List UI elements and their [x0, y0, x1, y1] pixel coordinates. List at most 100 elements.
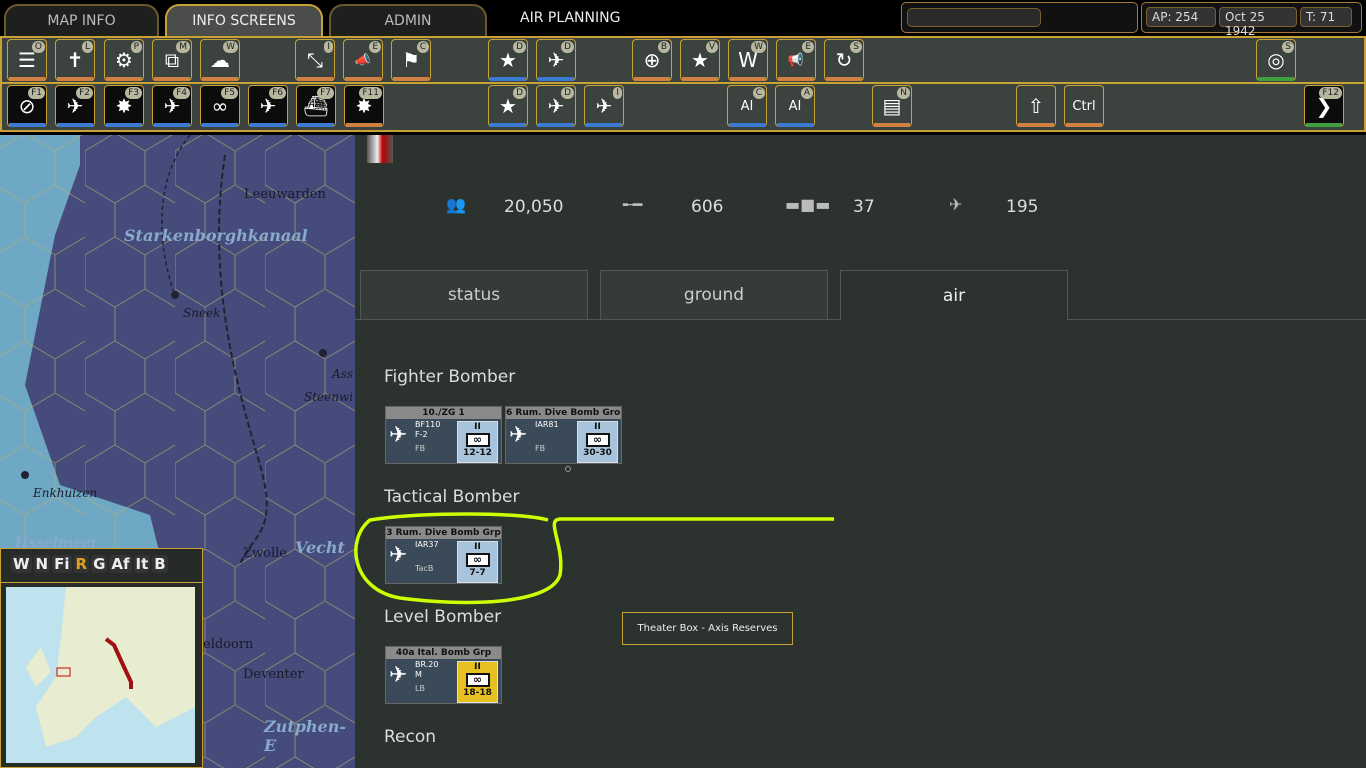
unit-role: FB — [415, 444, 426, 453]
nation-button[interactable]: Fi — [52, 555, 72, 573]
mode-title: AIR PLANNING — [520, 10, 621, 26]
replay-icon: ↻ — [835, 48, 853, 72]
production-gear-button[interactable]: ⚙ P — [104, 39, 144, 81]
unit-strength: 18-18 — [463, 688, 492, 698]
tooltip: Theater Box - Axis Reserves — [622, 612, 793, 645]
hotkey-label: B — [657, 41, 670, 53]
hotkey-label: F5 — [221, 87, 238, 99]
tab-info-screens[interactable]: INFO SCREENS — [165, 4, 323, 36]
map-label: Enkhuizen — [33, 486, 98, 500]
nation-button[interactable]: B — [152, 555, 168, 573]
tab-status[interactable]: status — [360, 270, 588, 320]
game-date: Oct 25 1942 — [1219, 7, 1297, 38]
air-unit-counter[interactable]: 40a Ital. Bomb Grp ✈ BR.20 M LB II ∞ 18-18 — [385, 646, 502, 704]
events-button[interactable]: 📣 E — [343, 39, 383, 81]
hotkey-label: D — [513, 87, 526, 99]
air-ai-button[interactable]: AI A — [775, 85, 815, 127]
air-city-button[interactable]: ✈ F4 — [152, 85, 192, 127]
hotkey-label: I — [324, 41, 333, 53]
map-label: Leeuwarden — [244, 187, 326, 202]
next-turn-button[interactable]: ❯ F12 — [1304, 85, 1344, 127]
hotkey-label: A — [800, 87, 813, 99]
nation-button[interactable]: It — [133, 555, 151, 573]
ctrl-key-button[interactable]: Ctrl — [1064, 85, 1104, 127]
corps-ai-icon: AI — [740, 98, 754, 114]
toolbar-row-2: ⊘ F1 ✈ F2 ✸ F3 ✈ F4 ∞ F5 ✈ F6 ⛴ F7 ✸ F11 ★ D ✈ D ✈ I AI C AI A ▤ N ⇧… — [0, 82, 1366, 132]
nation-button[interactable]: N — [33, 555, 51, 573]
hotkey-label: F1 — [28, 87, 45, 99]
minimap[interactable] — [6, 587, 195, 763]
replay-button[interactable]: ↻ S — [824, 39, 864, 81]
conditions-icon: ⚑ — [402, 48, 420, 72]
war-button[interactable]: WW — [728, 39, 768, 81]
nation-button[interactable]: R — [73, 555, 90, 573]
propaganda-button[interactable]: 📢 E — [776, 39, 816, 81]
losses-button[interactable]: ✝ L — [55, 39, 95, 81]
unit-name: 6 Rum. Dive Bomb Grou — [506, 407, 621, 419]
exchange-icon: ⤡ — [307, 48, 323, 72]
air-list-button[interactable]: ✈ D — [536, 85, 576, 127]
hotkey-label: N — [897, 87, 910, 99]
air-unit-counter[interactable]: 3 Rum. Dive Bomb Grp ✈ IAR37 TacB II ∞ 7-7 — [385, 526, 502, 584]
air-unit-counter[interactable]: 10./ZG 1 ✈ BF110 F-2 FB II ∞ 12-12 — [385, 406, 502, 464]
armor-count: 37 — [853, 197, 875, 217]
air-combat-button[interactable]: ✸ F11 — [344, 85, 384, 127]
air-unit-counter[interactable]: 6 Rum. Dive Bomb Grou ✈ IAR81 FB II ∞ 30-3… — [505, 406, 622, 464]
global-list-icon: ⊕ — [643, 48, 661, 72]
shift-key-button[interactable]: ⇧ — [1016, 85, 1056, 127]
factory-button[interactable]: ▤ N — [872, 85, 912, 127]
corps-ai-button[interactable]: AI C — [727, 85, 767, 127]
hotkey-label: F3 — [125, 87, 142, 99]
hotkey-label: F7 — [317, 87, 334, 99]
tab-air[interactable]: air — [840, 270, 1068, 320]
map-label: eldoorn — [203, 637, 254, 652]
turn-number: T: 71 — [1300, 7, 1352, 27]
manpower-count: 20,050 — [504, 197, 564, 217]
minimap-panel: W N Fi R G Af It B — [0, 548, 203, 768]
hotkey-label: V — [705, 41, 718, 53]
weather-button[interactable]: ☁ W — [200, 39, 240, 81]
air-intercept-button[interactable]: ✈ F6 — [248, 85, 288, 127]
hq-button[interactable]: ◎ S — [1256, 39, 1296, 81]
air-naval-button[interactable]: ⛴ F7 — [296, 85, 336, 127]
tab-ground[interactable]: ground — [600, 270, 828, 320]
unit-strength: 7-7 — [469, 568, 486, 578]
hotkey-label: S — [850, 41, 862, 53]
nation-button[interactable]: Af — [109, 555, 132, 573]
no-air-button[interactable]: ⊘ F1 — [7, 85, 47, 127]
air-inactive-button[interactable]: ✈ I — [584, 85, 624, 127]
conditions-button[interactable]: ⚑ C — [391, 39, 431, 81]
hotkey-label: F11 — [359, 87, 382, 99]
unit-strength: 30-30 — [583, 448, 612, 458]
statistics-button[interactable]: ⧉ M — [152, 39, 192, 81]
hotkey-label: F2 — [76, 87, 93, 99]
nation-button[interactable]: W — [11, 555, 32, 573]
map-label: Sneek — [183, 306, 221, 320]
victory-star-button[interactable]: ★ V — [680, 39, 720, 81]
production-gear-icon: ⚙ — [115, 48, 133, 72]
ctrl-key-icon: Ctrl — [1072, 98, 1096, 114]
hotkey-label: F12 — [1319, 87, 1342, 99]
map-label: Zwolle — [243, 546, 287, 561]
global-list-button[interactable]: ⊕ B — [632, 39, 672, 81]
tab-admin[interactable]: ADMIN — [329, 4, 487, 36]
air-ground-attack-button[interactable]: ✈ F2 — [55, 85, 95, 127]
unit-strength: 12-12 — [463, 448, 492, 458]
infinity-icon: ∞ — [465, 673, 490, 687]
nation-button[interactable]: G — [91, 555, 108, 573]
reports-button[interactable]: ☰ O — [7, 39, 47, 81]
air-supply-button[interactable]: ∞ F5 — [200, 85, 240, 127]
map-label: Ass — [332, 367, 353, 381]
exchange-button[interactable]: ⤡ I — [295, 39, 335, 81]
air-list-button[interactable]: ✈ D — [536, 39, 576, 81]
events-icon: 📣 — [354, 52, 372, 68]
aircraft-count: 195 — [1006, 197, 1039, 217]
air-doctrine-button[interactable]: ★ D — [488, 85, 528, 127]
air-bomb-button[interactable]: ✸ F3 — [104, 85, 144, 127]
hotkey-label: D — [513, 41, 526, 53]
hotkey-label: W — [751, 41, 766, 53]
air-doctrine-button[interactable]: ★ D — [488, 39, 528, 81]
unit-symbol: II ∞ 7-7 — [457, 541, 498, 583]
tab-map-info[interactable]: MAP INFO — [4, 4, 159, 36]
plane-icon: ✈ — [389, 423, 408, 448]
